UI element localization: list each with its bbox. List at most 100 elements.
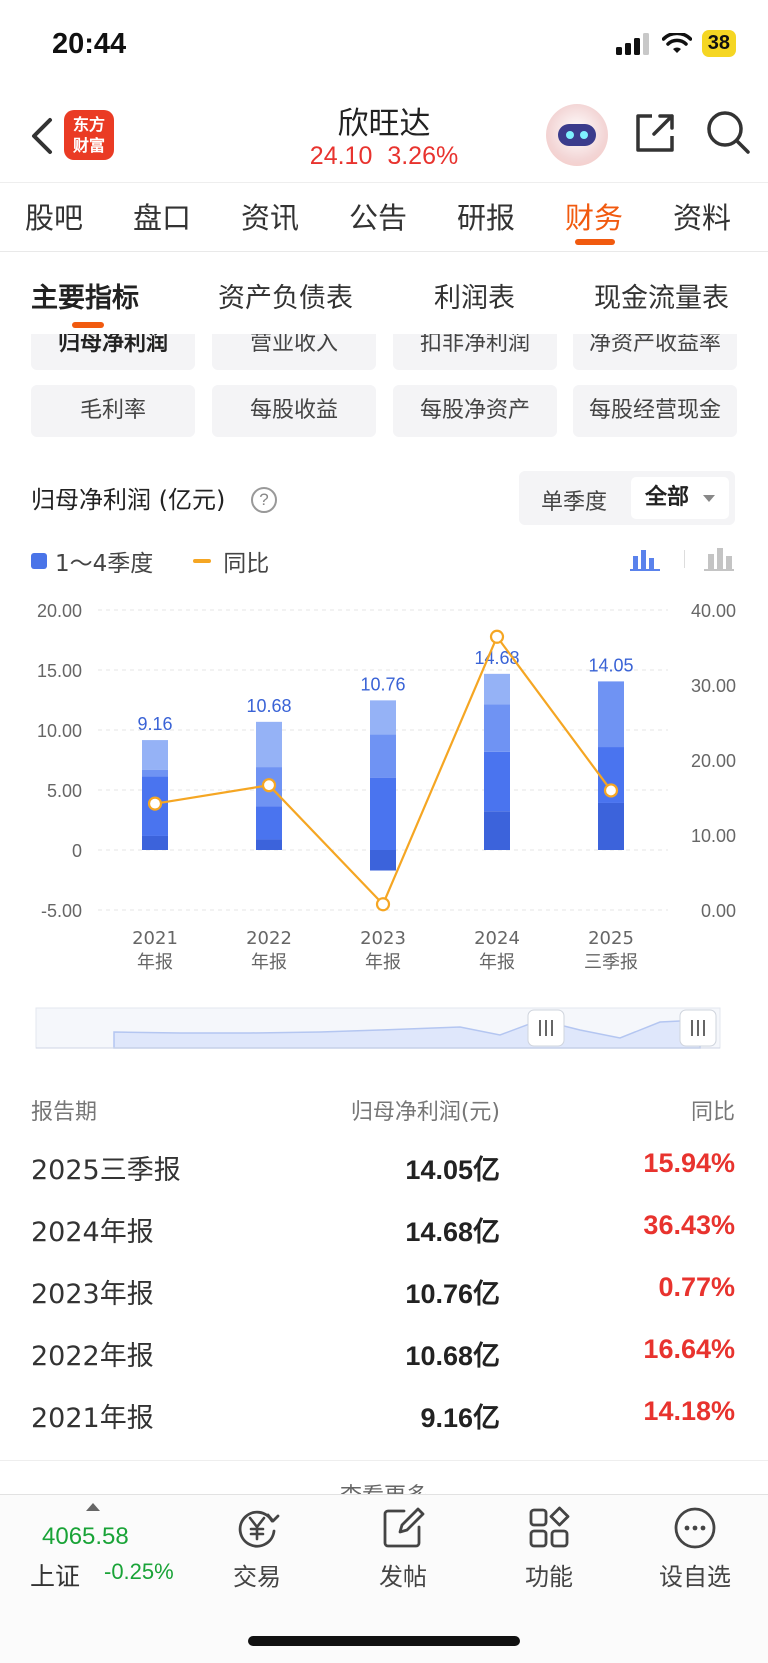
stacked-bar-view-icon[interactable] [630,546,660,572]
sh-index-value[interactable]: 4065.58 [42,1523,129,1551]
range-handle-left-icon[interactable] [527,1009,565,1047]
dropdown-caret-icon [703,495,715,502]
row-period: 2025三季报 [31,1155,181,1186]
stock-price: 24.10 [309,142,373,170]
y-left-tick-label: 10.00 [37,721,82,741]
metric-ocf-per-share-button[interactable]: 每股经营现金 [573,385,737,437]
metric-net-profit-button[interactable]: 归母净利润 [31,334,195,370]
x-tick-label: 2024 [474,928,520,949]
ai-assistant-robot-icon[interactable] [546,104,608,166]
y-left-tick-label: 0 [72,841,82,861]
y-right-tick-label: 20.00 [691,751,736,771]
y-left-tick-label: 5.00 [47,781,82,801]
table-row[interactable]: 2023年报 10.76亿 0.77% [0,1258,768,1320]
tab-news[interactable]: 资讯 [216,183,324,251]
bar-total-label: 10.76 [360,674,405,694]
metric-revenue-button[interactable]: 营业收入 [212,334,376,370]
tab-profile[interactable]: 资料 [648,183,756,251]
row-yoy: 36.43% [643,1210,735,1240]
nav-functions-button[interactable]: 功能 [499,1505,599,1592]
search-icon[interactable] [704,108,752,156]
bar-segment [484,751,510,812]
y-left-tick-label: -5.00 [41,901,82,921]
row-net-profit: 14.05亿 [405,1155,500,1186]
range-handle-right-icon[interactable] [679,1009,717,1047]
tab-finance[interactable]: 财务 [540,183,648,251]
stock-header: 东方 财富 欣旺达 24.10 3.26% [0,90,768,182]
bar-segment [370,700,396,735]
bar-segment [370,734,396,778]
bar-total-label: 10.68 [246,696,291,716]
subtab-income-statement[interactable]: 利润表 [434,276,515,315]
yoy-point [261,778,277,793]
metric-deducted-net-profit-button[interactable]: 扣非净利润 [393,334,557,370]
table-row[interactable]: 2022年报 10.68亿 16.64% [0,1320,768,1382]
chart-range-slider[interactable] [0,1000,768,1056]
bar-segment [370,850,396,871]
y-right-tick-label: 10.00 [691,826,736,846]
table-row[interactable]: 2025三季报 14.05亿 15.94% [0,1134,768,1196]
x-tick-label: 2022 [246,928,292,949]
tab-guba[interactable]: 股吧 [0,183,108,251]
subtab-cash-flow[interactable]: 现金流量表 [594,276,729,315]
sh-index-change[interactable]: -0.25% [104,1559,174,1585]
x-tick-label: 年报 [479,952,515,973]
tab-pankou[interactable]: 盘口 [108,183,216,251]
view-more-link[interactable]: 查看更多 [0,1478,768,1494]
more-dots-icon [674,1507,716,1549]
main-tabs: 股吧 盘口 资讯 公告 研报 财务 资料 [0,182,768,252]
legend-line-swatch [193,559,212,563]
x-tick-label: 年报 [137,952,173,973]
metric-bvps-button[interactable]: 每股净资产 [393,385,557,437]
period-all-dropdown[interactable]: 全部 [631,477,729,519]
header-net-profit: 归母净利润(元) [350,1100,500,1125]
yoy-point [147,796,163,811]
nav-post-button[interactable]: 发帖 [353,1505,453,1592]
help-icon[interactable]: ? [251,487,277,513]
nav-trade-button[interactable]: 交易 [207,1505,307,1592]
wifi-icon [661,32,692,53]
nav-add-watchlist-button[interactable]: 设自选 [645,1505,745,1592]
bar-segment [484,704,510,752]
table-row[interactable]: 2024年报 14.68亿 36.43% [0,1196,768,1258]
x-tick-label: 2021 [132,928,178,949]
net-profit-chart: 20.00 15.00 10.00 5.00 0 -5.00 40.00 30.00 20.00… [37,601,736,973]
bar-segment [256,721,282,768]
row-yoy: 14.18% [643,1396,735,1426]
subtab-balance-sheet[interactable]: 资产负债表 [218,276,353,315]
subtab-key-indicators[interactable]: 主要指标 [31,276,139,315]
period-toggle: 单季度 全部 [519,471,735,525]
bar-segment [370,777,396,850]
subtab-active-indicator [72,322,104,328]
y-right-tick-label: 0.00 [701,901,736,921]
bar-segment [256,806,282,840]
x-tick-label: 2023 [360,928,406,949]
expand-caret-icon[interactable] [86,1503,100,1511]
yoy-point [489,629,505,644]
tab-announcements[interactable]: 公告 [324,183,432,251]
table-row[interactable]: 2021年报 9.16亿 14.18% [0,1382,768,1444]
metric-roe-button[interactable]: 净资产收益率 [573,334,737,370]
chart-legend: 1～4季度 同比 [31,544,269,578]
chart-title: 归母净利润 (亿元) [31,486,226,514]
metrics-row-1: 归母净利润 营业收入 扣非净利润 净资产收益率 [0,334,768,370]
bar-segment [142,740,168,770]
y-right-tick-label: 30.00 [691,676,736,696]
edit-post-icon [383,1507,425,1548]
metric-gross-margin-button[interactable]: 毛利率 [31,385,195,437]
status-icons: 38 [615,30,736,57]
grouped-bar-view-icon[interactable] [704,546,734,572]
sh-index-name[interactable]: 上证 [30,1557,80,1593]
finance-subtabs: 主要指标 资产负债表 利润表 现金流量表 [0,252,768,332]
cellular-signal-icon [615,32,649,55]
x-tick-label: 三季报 [584,952,638,973]
period-single-quarter-option[interactable]: 单季度 [541,484,607,516]
metric-eps-button[interactable]: 每股收益 [212,385,376,437]
row-period: 2024年报 [31,1217,154,1248]
yoy-point [603,783,619,798]
share-icon[interactable] [632,110,678,156]
bar-total-label: 9.16 [137,714,172,734]
tab-research[interactable]: 研报 [432,183,540,251]
bar-segment [142,769,168,777]
row-period: 2021年报 [31,1403,154,1434]
